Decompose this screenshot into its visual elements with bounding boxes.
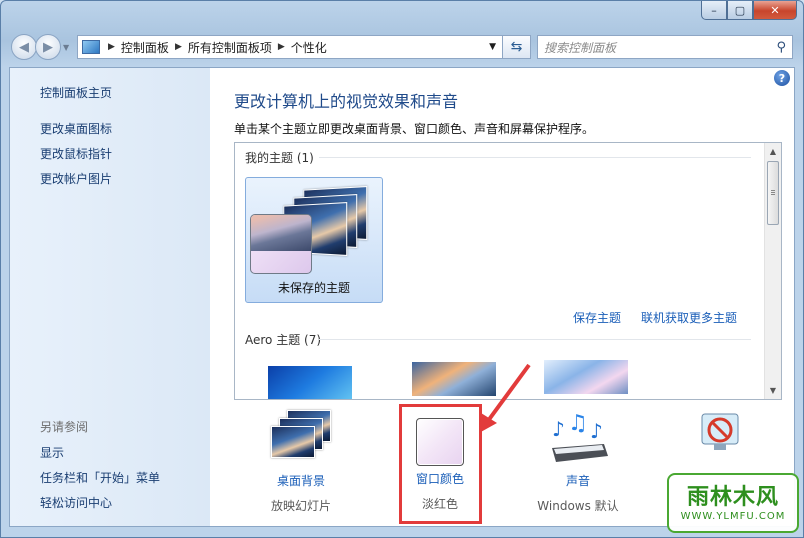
desktop-background-title[interactable]: 桌面背景 <box>241 472 361 489</box>
desktop-background-subtitle: 放映幻灯片 <box>270 499 331 513</box>
watermark-logo: 雨林木风 WWW.YLMFU.COM <box>667 473 799 533</box>
control-panel-window: – ▢ ✕ ◀ ▶ ▼ ▶ 控制面板 ▶ 所有控制面板项 ▶ 个性化 ▼ ⇆ 搜… <box>0 0 804 538</box>
back-button[interactable]: ◀ <box>11 34 37 60</box>
search-box[interactable]: 搜索控制面板 ⚲ <box>537 35 793 59</box>
sound-music-icon: ♪ ♫ ♪ <box>546 408 610 468</box>
theme-preview-window <box>250 214 312 274</box>
sidebar-change-desktop-icons[interactable]: 更改桌面图标 <box>40 120 112 137</box>
unsaved-theme-tile[interactable]: 未保存的主题 <box>245 177 383 303</box>
search-placeholder: 搜索控制面板 <box>544 40 617 55</box>
screen-saver-icon <box>690 408 750 468</box>
my-themes-group-title: 我的主题 (1) <box>245 151 314 165</box>
watermark-url: WWW.YLMFU.COM <box>680 511 786 522</box>
help-icon[interactable]: ? <box>774 70 790 86</box>
address-bar[interactable]: ▶ 控制面板 ▶ 所有控制面板项 ▶ 个性化 ▼ <box>77 35 503 59</box>
sidebar-change-mouse-pointers[interactable]: 更改鼠标指针 <box>40 145 112 162</box>
theme-list-scrollbar[interactable]: ▲ ▼ <box>764 143 781 399</box>
minimize-button[interactable]: – <box>701 1 727 20</box>
wallpaper-layer <box>271 426 315 458</box>
breadcrumb-separator-icon[interactable]: ▶ <box>108 42 115 52</box>
recent-pages-dropdown[interactable]: ▼ <box>63 43 73 52</box>
monitor-no-icon <box>701 413 739 450</box>
breadcrumb-control-panel[interactable]: 控制面板 <box>121 39 169 56</box>
refresh-button[interactable]: ⇆ <box>503 35 531 59</box>
aero-theme-tile[interactable] <box>245 365 353 399</box>
breadcrumb-separator-icon[interactable]: ▶ <box>175 42 182 52</box>
screen-saver-item[interactable] <box>660 408 780 468</box>
breadcrumb-separator-icon[interactable]: ▶ <box>278 42 285 52</box>
aero-theme-preview <box>267 365 353 399</box>
forward-arrow-icon: ▶ <box>43 39 53 55</box>
see-also-display[interactable]: 显示 <box>40 444 64 461</box>
window-color-highlight-box <box>399 404 482 524</box>
aero-theme-tile[interactable] <box>383 361 497 399</box>
scroll-down-icon[interactable]: ▼ <box>765 382 781 399</box>
see-also-taskbar-start-menu[interactable]: 任务栏和「开始」菜单 <box>40 469 160 486</box>
music-notes-icon: ♪ ♫ ♪ <box>552 411 608 462</box>
caption-buttons: – ▢ ✕ <box>701 1 797 20</box>
svg-text:♫: ♫ <box>568 411 588 436</box>
close-button[interactable]: ✕ <box>753 1 797 20</box>
sidebar: 控制面板主页 更改桌面图标 更改鼠标指针 更改帐户图片 另请参阅 显示 任务栏和… <box>10 68 210 526</box>
back-arrow-icon: ◀ <box>19 39 29 55</box>
refresh-icon: ⇆ <box>510 39 523 55</box>
svg-text:♪: ♪ <box>552 417 565 441</box>
forward-button[interactable]: ▶ <box>35 34 61 60</box>
navigation-bar: ◀ ▶ ▼ ▶ 控制面板 ▶ 所有控制面板项 ▶ 个性化 ▼ ⇆ 搜索控制面板 … <box>11 33 793 61</box>
get-more-themes-link[interactable]: 联机获取更多主题 <box>641 309 737 326</box>
sidebar-change-account-picture[interactable]: 更改帐户图片 <box>40 170 112 187</box>
annotation-arrow-icon <box>479 363 531 433</box>
svg-text:♪: ♪ <box>590 419 603 443</box>
save-theme-link[interactable]: 保存主题 <box>573 309 621 326</box>
search-icon[interactable]: ⚲ <box>776 40 786 55</box>
control-panel-icon <box>82 40 100 54</box>
main-panel: ? 更改计算机上的视觉效果和声音 单击某个主题立即更改桌面背景、窗口颜色、声音和… <box>210 68 794 526</box>
page-title: 更改计算机上的视觉效果和声音 <box>234 92 459 111</box>
breadcrumb-personalization[interactable]: 个性化 <box>291 39 327 56</box>
see-also-ease-of-access[interactable]: 轻松访问中心 <box>40 494 112 511</box>
sounds-title[interactable]: 声音 <box>518 472 638 489</box>
sounds-subtitle: Windows 默认 <box>537 499 619 513</box>
address-dropdown-icon[interactable]: ▼ <box>489 42 496 52</box>
unsaved-theme-label: 未保存的主题 <box>277 281 350 295</box>
maximize-button[interactable]: ▢ <box>727 1 753 20</box>
group-divider <box>319 157 751 158</box>
scroll-up-icon[interactable]: ▲ <box>765 143 781 160</box>
scroll-thumb[interactable] <box>767 161 779 225</box>
group-divider <box>319 339 751 340</box>
page-description: 单击某个主题立即更改桌面背景、窗口颜色、声音和屏幕保护程序。 <box>234 122 595 136</box>
watermark-brand: 雨林木风 <box>686 485 779 510</box>
sidebar-home-link[interactable]: 控制面板主页 <box>40 84 112 101</box>
desktop-background-item[interactable]: 桌面背景 放映幻灯片 <box>241 408 361 514</box>
see-also-header: 另请参阅 <box>40 420 89 434</box>
aero-theme-preview <box>543 359 629 395</box>
desktop-background-icon <box>269 408 333 468</box>
breadcrumb-all-items[interactable]: 所有控制面板项 <box>188 39 272 56</box>
aero-themes-group-title: Aero 主题 (7) <box>245 333 322 347</box>
